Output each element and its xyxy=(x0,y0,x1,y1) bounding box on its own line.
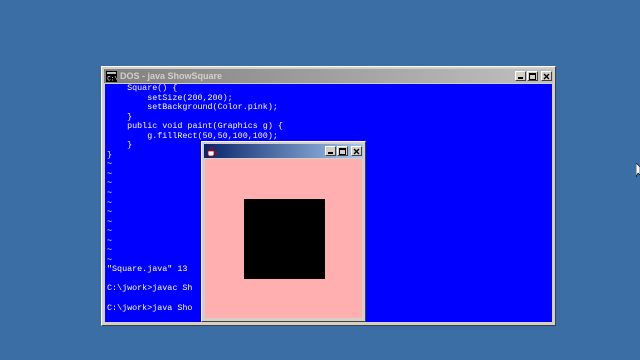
close-icon xyxy=(353,148,360,155)
java-minimize-button[interactable] xyxy=(325,146,336,156)
svg-text:C:\: C:\ xyxy=(107,75,117,82)
maximize-icon xyxy=(529,73,536,80)
java-cup-icon xyxy=(207,146,217,156)
minimize-icon xyxy=(328,152,333,154)
applet-canvas[interactable] xyxy=(205,159,362,318)
java-title-bar[interactable] xyxy=(204,144,363,158)
mouse-cursor-icon xyxy=(636,163,640,178)
dos-maximize-button[interactable] xyxy=(527,71,538,81)
close-icon xyxy=(543,73,550,80)
terminal-line: g.fillRect(50,50,100,100); xyxy=(107,130,278,141)
minimize-icon xyxy=(518,77,523,79)
dos-title-bar[interactable]: C:\ DOS - java ShowSquare xyxy=(104,69,553,83)
java-maximize-button[interactable] xyxy=(337,146,348,156)
terminal-line: setBackground(Color.pink); xyxy=(107,102,278,113)
java-frame-window[interactable] xyxy=(201,141,366,322)
dos-prompt-icon: C:\ xyxy=(106,70,117,82)
java-close-button[interactable] xyxy=(351,146,362,156)
dos-close-button[interactable] xyxy=(541,71,552,81)
maximize-icon xyxy=(339,148,346,155)
dos-minimize-button[interactable] xyxy=(515,71,526,81)
dos-window-title: DOS - java ShowSquare xyxy=(120,71,223,81)
black-square xyxy=(244,199,325,279)
